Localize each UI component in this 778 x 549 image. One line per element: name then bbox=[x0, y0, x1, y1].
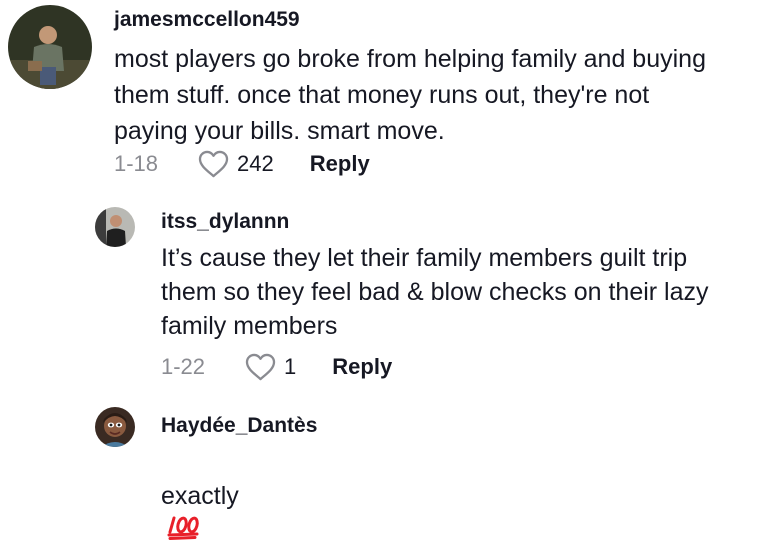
comment-text: most players go broke from helping famil… bbox=[114, 45, 706, 145]
comment-date: 1-22 bbox=[161, 354, 206, 379]
comment-username[interactable]: itss_dylannn bbox=[161, 210, 289, 234]
heart-outline-icon bbox=[245, 353, 276, 381]
comment-meta: 1-22 1 Reply bbox=[161, 353, 392, 381]
avatar[interactable] bbox=[95, 207, 135, 247]
avatar[interactable] bbox=[95, 407, 135, 447]
like-button[interactable]: 1 bbox=[245, 353, 332, 381]
reply-button[interactable]: Reply bbox=[332, 354, 392, 380]
comment-date: 1-18 bbox=[114, 151, 159, 176]
heart-outline-icon bbox=[198, 150, 229, 178]
comment-username[interactable]: Haydée_Dantès bbox=[161, 414, 317, 438]
hundred-points-icon bbox=[167, 514, 201, 549]
comment-text-line: exactly bbox=[161, 445, 239, 549]
comment-text: exactly bbox=[161, 482, 239, 510]
comment-meta: 1-18 242 Reply bbox=[114, 150, 370, 178]
like-count: 1 bbox=[284, 354, 297, 379]
avatar[interactable] bbox=[8, 5, 92, 89]
like-button[interactable]: 242 bbox=[198, 150, 310, 178]
comment-username[interactable]: jamesmccellon459 bbox=[114, 8, 300, 32]
comment-text: It’s cause they let their family members… bbox=[161, 244, 709, 340]
like-count: 242 bbox=[237, 151, 274, 176]
reply-button[interactable]: Reply bbox=[310, 151, 370, 177]
